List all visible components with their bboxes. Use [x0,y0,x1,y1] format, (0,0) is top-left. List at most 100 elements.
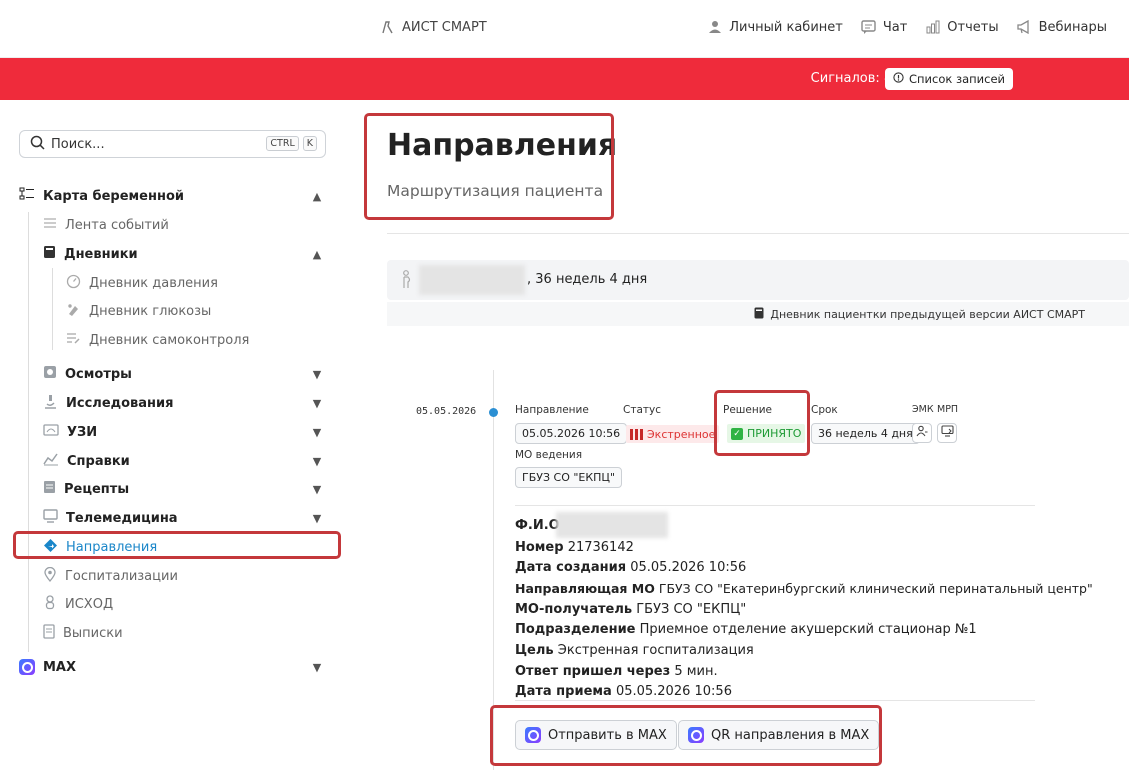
diary-row: Дневник пациентки предыдущей версии АИСТ… [387,302,1129,326]
nav-chat[interactable]: Чат [861,19,907,35]
chevron-up-icon[interactable]: ▲ [311,190,323,203]
sidebar-item-label: Дневник давления [89,275,218,291]
status-badge: Экстренное [626,425,720,443]
label-term: Срок [811,404,838,416]
sidebar-item-outcome[interactable]: ИСХОД [43,594,113,614]
tree-icon [19,187,35,205]
chevron-down-icon[interactable]: ▼ [311,483,323,496]
sidebar-item-label: MAX [43,659,77,675]
divider [515,505,1035,506]
detail-goal: Цель Экстренная госпитализация [515,643,754,658]
direction-datetime: 05.05.2026 10:56 [515,423,628,444]
sidebar-item-selfcontrol-diary[interactable]: Дневник самоконтроля [66,330,249,350]
detail-label: Дата создания [515,560,627,575]
sidebar-item-prescriptions[interactable]: Рецепты [43,479,129,499]
nav-label: Вебинары [1038,19,1107,35]
detail-value: 21736142 [567,540,634,555]
detail-label: Подразделение [515,622,636,637]
chevron-down-icon[interactable]: ▼ [311,426,323,439]
sidebar-section-pregnancy-card[interactable]: Карта беременной [19,186,184,206]
nav-webinars[interactable]: Вебинары [1017,19,1107,35]
label-mrp: МРП [937,404,959,415]
urgency-bars-icon [630,428,643,440]
mrp-button[interactable] [937,423,957,443]
sidebar-item-label: УЗИ [67,424,98,440]
chevron-down-icon[interactable]: ▼ [311,455,323,468]
previous-diary-link[interactable]: Дневник пациентки предыдущей версии АИСТ… [754,307,1085,322]
chevron-down-icon[interactable]: ▼ [311,397,323,410]
sidebar-item-discharges[interactable]: Выписки [43,623,123,643]
chevron-down-icon[interactable]: ▼ [311,368,323,381]
sidebar-item-label: Исследования [66,395,174,411]
detail-label: МО-получатель [515,602,633,617]
nav-reports[interactable]: Отчеты [925,19,999,35]
kbd-ctrl: CTRL [266,136,299,151]
detail-label: Номер [515,540,564,555]
stethoscope-icon [43,365,57,383]
label-emk: ЭМК [912,404,934,415]
emk-button[interactable] [912,423,932,443]
sidebar-item-label: Дневник глюкозы [89,303,212,319]
nav-label: Личный кабинет [729,19,843,35]
label-direction: Направление [515,404,589,416]
detail-value: 5 мин. [674,664,718,679]
chevron-down-icon[interactable]: ▼ [311,512,323,525]
sidebar-section-label: Карта беременной [43,188,185,204]
sidebar-item-certificates[interactable]: Справки [43,451,130,471]
detail-department: Подразделение Приемное отделение акушерс… [515,622,977,637]
search-placeholder: Поиск... [51,136,105,152]
detail-response-time: Ответ пришел через 5 мин. [515,664,718,679]
stork-logo-icon [380,19,396,35]
brand[interactable]: АИСТ СМАРТ [380,19,487,35]
prescription-icon [43,480,56,498]
chevron-down-icon[interactable]: ▼ [311,661,323,674]
detail-value: ГБУЗ СО "ЕКПЦ" [636,602,747,617]
megaphone-icon [1017,19,1033,35]
sidebar-item-telemedicine[interactable]: Телемедицина [43,508,178,528]
tree-line [52,268,53,350]
info-circle-icon [893,72,904,86]
glucometer-icon [66,302,81,321]
highlight-max-buttons [490,705,882,766]
chevron-up-icon[interactable]: ▲ [311,248,323,261]
top-nav: Личный кабинет Чат Отчеты Вебинары [707,19,1107,35]
sidebar-item-pressure-diary[interactable]: Дневник давления [66,273,218,293]
sidebar-item-diaries[interactable]: Дневники [43,244,138,264]
sidebar-item-events[interactable]: Лента событий [43,215,169,235]
records-list-label: Список записей [908,72,1005,86]
sidebar-item-glucose-diary[interactable]: Дневник глюкозы [66,301,211,321]
user-icon [707,19,723,35]
detail-number: Номер 21736142 [515,540,634,555]
status-value: Экстренное [647,427,716,441]
detail-label: Направляющая МО [515,581,655,596]
top-bar: АИСТ СМАРТ Личный кабинет Чат Отчеты Веб… [0,0,1129,58]
search-icon [30,135,45,154]
term-value: 36 недель 4 дня [811,423,920,444]
patient-name-redacted [419,265,525,295]
detail-label: Ответ пришел через [515,664,671,679]
search-input[interactable]: Поиск... CTRL K [19,130,326,158]
max-logo-icon [19,659,35,675]
brand-name: АИСТ СМАРТ [402,19,487,35]
kbd-k: K [302,136,317,151]
sidebar-item-research[interactable]: Исследования [43,393,174,413]
sidebar-item-examinations[interactable]: Осмотры [43,364,132,384]
sidebar-item-max[interactable]: MAX [19,657,76,677]
detail-label: Цель [515,643,554,658]
records-list-button[interactable]: Список записей [884,68,1013,90]
sidebar-item-label: Госпитализации [65,568,178,584]
nav-label: Чат [882,19,908,35]
detail-receiver-mo: МО-получатель ГБУЗ СО "ЕКПЦ" [515,602,746,617]
nav-personal-cabinet[interactable]: Личный кабинет [707,19,843,35]
sidebar-item-ultrasound[interactable]: УЗИ [43,422,97,442]
highlight-decision [714,390,810,456]
fio-redacted [556,512,668,538]
chart-line-icon [43,452,59,470]
label-status: Статус [623,404,661,416]
detail-value: Приемное отделение акушерский стационар … [639,622,977,637]
detail-label: Дата приема [515,684,612,699]
notes-icon [66,331,81,349]
sidebar-item-hospitalizations[interactable]: Госпитализации [43,566,178,586]
sidebar-item-label: ИСХОД [65,596,114,612]
sidebar-item-label: Дневник самоконтроля [89,332,250,348]
